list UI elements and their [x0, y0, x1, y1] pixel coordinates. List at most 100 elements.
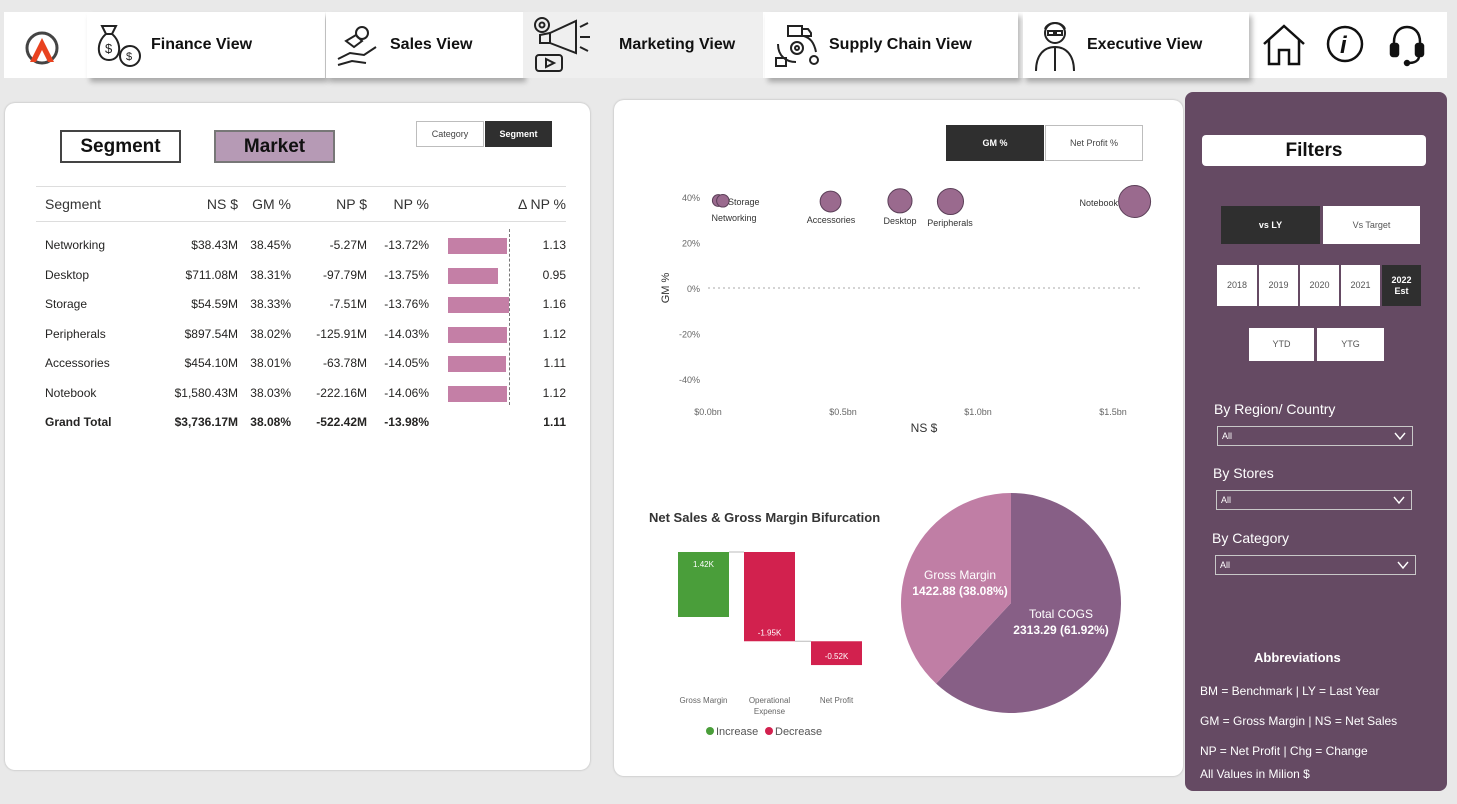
legend-decrease-marker	[765, 727, 773, 735]
sales-hand-icon	[326, 15, 390, 75]
tab-executive-view[interactable]: Executive View	[1023, 12, 1249, 78]
abbreviations-title: Abbreviations	[1254, 650, 1341, 665]
cell-np: -222.16M	[316, 385, 367, 400]
delta-np-bar	[448, 297, 509, 313]
chevron-down-icon	[1393, 496, 1405, 505]
stores-dropdown[interactable]: All	[1216, 490, 1412, 510]
tab-label: Sales View	[390, 36, 473, 53]
abbreviation-line: GM = Gross Margin | NS = Net Sales	[1200, 714, 1398, 728]
total-label: Grand Total	[45, 415, 112, 429]
table-row[interactable]: Storage $54.59M 38.33% -7.51M -13.76% 1.16	[36, 290, 566, 320]
net-profit-percent-toggle[interactable]: Net Profit %	[1045, 125, 1143, 161]
point-label: Storage	[728, 197, 760, 207]
cell-gm: 38.01%	[250, 356, 291, 370]
scatter-point[interactable]	[887, 188, 913, 214]
cell-ns: $897.54M	[184, 326, 238, 341]
cell-delta: 0.95	[542, 267, 566, 282]
cell-npp: -14.03%	[384, 326, 429, 341]
scatter-point[interactable]	[1118, 184, 1152, 218]
gm-percent-toggle[interactable]: GM %	[946, 125, 1044, 161]
company-logo	[22, 28, 62, 68]
header-ns[interactable]: NS $	[207, 187, 238, 221]
region-dropdown[interactable]: All	[1217, 426, 1413, 446]
vs-target-button[interactable]: Vs Target	[1323, 206, 1420, 244]
waterfall-category-label: Expense	[754, 707, 786, 716]
tab-supply-chain-view[interactable]: Supply Chain View	[765, 12, 1018, 78]
region-filter-label: By Region/ Country	[1214, 401, 1336, 417]
headset-icon[interactable]	[1386, 22, 1432, 68]
header-gm[interactable]: GM %	[252, 187, 291, 221]
cell-segment: Storage	[45, 297, 88, 311]
year-2020-button[interactable]: 2020	[1300, 265, 1339, 306]
cell-npp: -13.75%	[384, 267, 429, 282]
x-tick-label: $1.5bn	[1099, 407, 1127, 417]
segment-button[interactable]: Segment	[60, 130, 181, 163]
cell-npp: -13.76%	[384, 297, 429, 311]
year-2022-est-button[interactable]: 2022 Est	[1382, 265, 1421, 306]
executive-icon	[1023, 15, 1087, 75]
waterfall-category-label: Gross Margin	[679, 696, 727, 705]
table-row[interactable]: Peripherals $897.54M 38.02% -125.91M -14.03%…	[36, 320, 566, 350]
supply-chain-icon	[765, 15, 829, 75]
info-icon[interactable]: i	[1325, 22, 1371, 68]
cell-np: -7.51M	[329, 297, 367, 311]
pie-slice-label: Total COGS	[1029, 607, 1093, 621]
svg-text:$: $	[126, 51, 132, 63]
table-row[interactable]: Desktop $711.08M 38.31% -97.79M -13.75% 0.95	[36, 261, 566, 291]
total-ns: $3,736.17M	[174, 415, 238, 429]
abbreviation-line: All Values in Milion $	[1200, 767, 1310, 781]
segment-toggle[interactable]: Segment	[485, 121, 552, 147]
tab-marketing-view[interactable]: Marketing View	[523, 12, 763, 78]
header-np[interactable]: NP $	[336, 187, 367, 221]
header-delta-np[interactable]: Δ NP %	[518, 187, 566, 221]
cell-delta: 1.16	[542, 297, 566, 311]
cell-np: -5.27M	[329, 238, 367, 252]
x-tick-label: $0.5bn	[829, 407, 857, 417]
x-tick-label: $1.0bn	[964, 407, 992, 417]
tab-label: Marketing View	[619, 36, 736, 53]
market-button[interactable]: Market	[214, 130, 335, 163]
delta-np-bar	[448, 326, 507, 343]
category-toggle[interactable]: Category	[416, 121, 484, 147]
table-row[interactable]: Notebook $1,580.43M 38.03% -222.16M -14.06% 1…	[36, 379, 566, 409]
cell-npp: -14.06%	[384, 385, 429, 400]
cell-delta: 1.13	[542, 238, 566, 252]
scatter-point[interactable]	[936, 187, 965, 216]
header-npp[interactable]: NP %	[393, 187, 429, 221]
tab-finance-view[interactable]: $ $ Finance View	[87, 12, 325, 78]
waterfall-data-label: -0.52K	[825, 652, 849, 661]
home-icon[interactable]	[1261, 22, 1307, 68]
stores-filter-label: By Stores	[1213, 465, 1274, 481]
cell-np: -63.78M	[322, 356, 367, 370]
chevron-down-icon	[1397, 561, 1409, 570]
cell-ns: $1,580.43M	[174, 385, 238, 400]
table-row[interactable]: Accessories $454.10M 38.01% -63.78M -14.05% 1…	[36, 349, 566, 379]
grand-total-row: Grand Total $3,736.17M 38.08% -522.42M -…	[36, 408, 566, 438]
cell-gm: 38.33%	[250, 297, 291, 311]
cell-np: -97.79M	[322, 267, 367, 282]
cell-ns: $711.08M	[185, 267, 238, 282]
y-tick-label: 20%	[682, 239, 700, 249]
header-segment[interactable]: Segment	[45, 187, 101, 221]
cell-gm: 38.45%	[250, 238, 291, 252]
ytg-button[interactable]: YTG	[1317, 328, 1384, 361]
cell-npp: -13.72%	[384, 238, 429, 252]
cell-gm: 38.31%	[250, 267, 291, 282]
money-bag-icon: $ $	[87, 15, 151, 75]
cell-segment: Notebook	[45, 385, 97, 400]
year-2021-button[interactable]: 2021	[1341, 265, 1380, 306]
table-body: Networking $38.43M 38.45% -5.27M -13.72% 1.13…	[36, 231, 566, 408]
vs-ly-button[interactable]: vs LY	[1221, 206, 1320, 244]
category-filter-label: By Category	[1212, 530, 1290, 546]
scatter-point[interactable]	[819, 190, 842, 213]
tab-sales-view[interactable]: Sales View	[326, 12, 523, 78]
table-row[interactable]: Networking $38.43M 38.45% -5.27M -13.72% 1.13	[36, 231, 566, 261]
point-label: Notebook	[1079, 198, 1118, 208]
tab-label: Supply Chain View	[829, 36, 972, 53]
stores-dropdown-value: All	[1221, 495, 1232, 505]
year-2019-button[interactable]: 2019	[1259, 265, 1298, 306]
ytd-button[interactable]: YTD	[1249, 328, 1314, 361]
year-2018-button[interactable]: 2018	[1217, 265, 1257, 306]
cell-ns: $454.10M	[184, 356, 238, 370]
category-dropdown[interactable]: All	[1215, 555, 1416, 575]
